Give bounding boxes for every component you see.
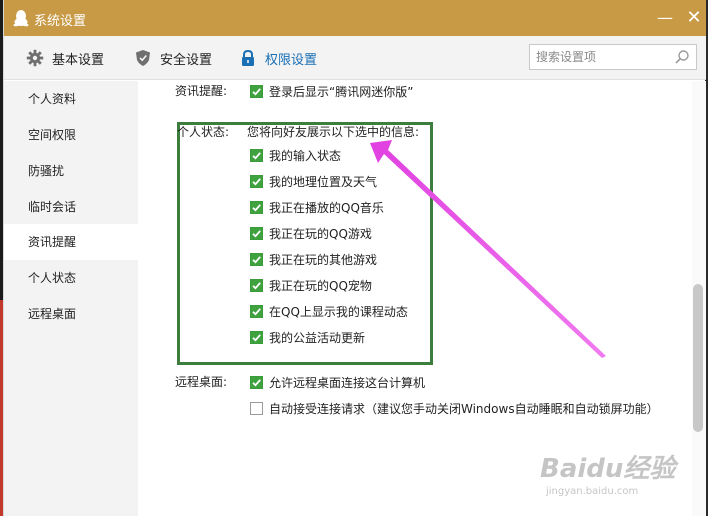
close-button[interactable]: ✕ xyxy=(684,8,704,28)
watermark-brand: Baidu经验 xyxy=(540,454,676,484)
checkbox-course-activity[interactable] xyxy=(250,305,263,318)
scrollbar-thumb[interactable] xyxy=(693,284,703,432)
search-input[interactable] xyxy=(536,49,671,65)
tab-permission-settings-label: 权限设置 xyxy=(265,52,318,68)
search-icon[interactable] xyxy=(674,49,690,65)
news-option-row[interactable]: 登录后显示“腾讯网迷你版” xyxy=(250,83,413,100)
sidebar-item-news-reminder[interactable]: 资讯提醒 xyxy=(4,224,138,260)
shield-icon xyxy=(136,50,150,66)
window-title: 系统设置 xyxy=(34,14,87,29)
status-option-row[interactable]: 我正在播放的QQ音乐 xyxy=(250,199,384,216)
option-label: 我正在玩的其他游戏 xyxy=(269,253,378,267)
sidebar-item-space-permission[interactable]: 空间权限 xyxy=(4,117,138,153)
sidebar-item-remote-desktop[interactable]: 远程桌面 xyxy=(4,296,138,332)
remote-desktop-label: 远程桌面: xyxy=(175,375,228,389)
checkbox-auto-accept[interactable] xyxy=(250,402,263,415)
option-label: 允许远程桌面连接这台计算机 xyxy=(269,376,426,390)
status-option-row[interactable]: 我正在玩的其他游戏 xyxy=(250,251,377,268)
status-option-row[interactable]: 我正在玩的QQ游戏 xyxy=(250,225,372,242)
news-reminder-label: 资讯提醒: xyxy=(175,84,228,98)
option-label: 我的输入状态 xyxy=(269,149,342,163)
watermark-url: jingyan.baidu.com xyxy=(546,486,639,497)
personal-status-label: 个人状态: xyxy=(177,125,230,139)
checkbox-charity-updates[interactable] xyxy=(250,331,263,344)
remote-option-row[interactable]: 允许远程桌面连接这台计算机 xyxy=(250,374,425,391)
sidebar-item-anti-harassment[interactable]: 防骚扰 xyxy=(4,153,138,189)
option-label: 我正在玩的QQ宠物 xyxy=(269,279,372,293)
tab-basic-settings[interactable]: 基本设置 xyxy=(26,48,104,68)
checkbox-qq-pet[interactable] xyxy=(250,279,263,292)
checkbox-input-status[interactable] xyxy=(250,149,263,162)
option-label: 我的地理位置及天气 xyxy=(269,175,378,189)
title-bar[interactable]: 系统设置 — ✕ xyxy=(4,0,706,36)
status-option-row[interactable]: 我的输入状态 xyxy=(250,147,341,164)
checkbox-qq-music[interactable] xyxy=(250,201,263,214)
checkbox-qq-game[interactable] xyxy=(250,227,263,240)
status-option-row[interactable]: 我的地理位置及天气 xyxy=(250,173,377,190)
option-label: 自动接受连接请求（建议您手动关闭Windows自动睡眠和自动锁屏功能） xyxy=(269,402,659,416)
tab-permission-settings[interactable]: 权限设置 xyxy=(239,48,317,68)
tab-security-settings-label: 安全设置 xyxy=(160,52,213,68)
tab-security-settings[interactable]: 安全设置 xyxy=(134,48,212,68)
option-label: 登录后显示“腾讯网迷你版” xyxy=(269,85,414,99)
status-option-row[interactable]: 在QQ上显示我的课程动态 xyxy=(250,303,408,320)
qq-penguin-icon xyxy=(13,10,29,27)
minimize-button[interactable]: — xyxy=(655,8,675,28)
lock-icon xyxy=(242,49,254,66)
checkbox-allow-remote[interactable] xyxy=(250,376,263,389)
status-option-row[interactable]: 我正在玩的QQ宠物 xyxy=(250,277,372,294)
settings-window: 系统设置 — ✕ 基本设置 安全设置 权限设置 搜索设置项 个人资料 空间权限 … xyxy=(3,0,706,516)
sidebar-item-personal-status[interactable]: 个人状态 xyxy=(4,260,138,296)
status-option-row[interactable]: 我的公益活动更新 xyxy=(250,329,365,346)
gear-icon xyxy=(26,49,44,67)
checkbox-other-games[interactable] xyxy=(250,253,263,266)
sidebar: 个人资料 空间权限 防骚扰 临时会话 资讯提醒 个人状态 远程桌面 xyxy=(4,81,138,516)
sidebar-item-temp-chat[interactable]: 临时会话 xyxy=(4,189,138,225)
checkbox-mini-news[interactable] xyxy=(250,85,263,98)
option-label: 我的公益活动更新 xyxy=(269,331,366,345)
personal-status-intro: 您将向好友展示以下选中的信息: xyxy=(247,125,420,139)
checkbox-location-weather[interactable] xyxy=(250,175,263,188)
sidebar-item-profile[interactable]: 个人资料 xyxy=(4,81,138,117)
option-label: 我正在播放的QQ音乐 xyxy=(269,201,384,215)
top-tab-bar: 基本设置 安全设置 权限设置 xyxy=(4,36,706,80)
option-label: 我正在玩的QQ游戏 xyxy=(269,227,372,241)
baidu-watermark: Baidu经验 jingyan.baidu.com xyxy=(540,448,700,508)
option-label: 在QQ上显示我的课程动态 xyxy=(269,305,408,319)
search-box[interactable] xyxy=(529,44,697,70)
tab-basic-settings-label: 基本设置 xyxy=(52,52,105,68)
remote-option-row[interactable]: 自动接受连接请求（建议您手动关闭Windows自动睡眠和自动锁屏功能） xyxy=(250,400,659,417)
